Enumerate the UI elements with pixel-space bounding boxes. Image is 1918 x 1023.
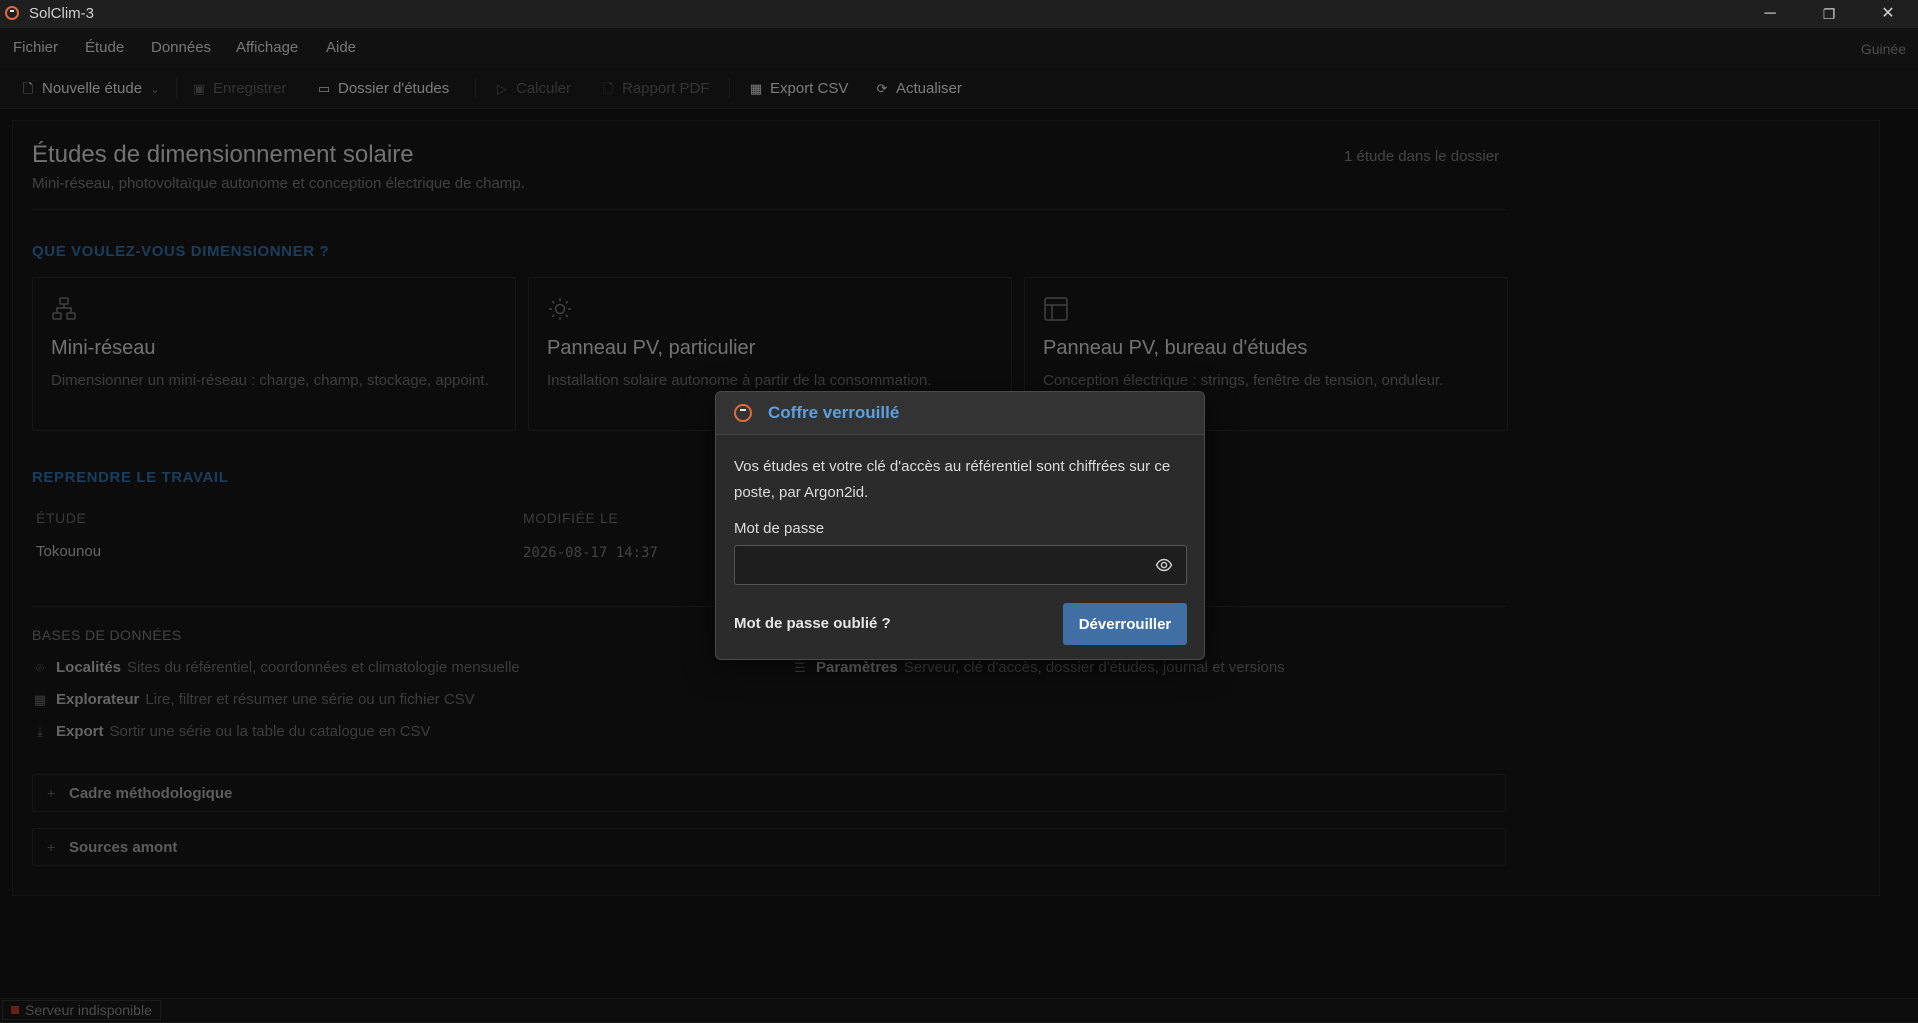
dialog-message: Vos études et votre clé d'accès au référ… <box>734 458 1171 501</box>
app-logo-icon <box>734 404 752 422</box>
unlock-dialog: Coffre verrouillé Vos études et votre cl… <box>715 391 1205 660</box>
password-input[interactable] <box>734 545 1187 585</box>
close-button[interactable]: ✕ <box>1860 0 1916 28</box>
unlock-button[interactable]: Déverrouiller <box>1063 603 1187 645</box>
dialog-title: Coffre verrouillé <box>768 403 900 422</box>
eye-icon[interactable] <box>1155 556 1173 574</box>
forgot-password-link[interactable]: Mot de passe oublié ? <box>734 615 891 632</box>
app-title: SolClim-3 <box>29 5 95 22</box>
app-logo-icon <box>5 6 19 20</box>
dialog-header: Coffre verrouillé <box>716 392 1204 435</box>
minimize-button[interactable]: ─ <box>1742 0 1798 28</box>
password-label: Mot de passe <box>734 520 825 537</box>
restore-button[interactable]: ❐ <box>1801 0 1857 28</box>
title-bar: SolClim-3 ─ ❐ ✕ <box>0 0 1918 28</box>
